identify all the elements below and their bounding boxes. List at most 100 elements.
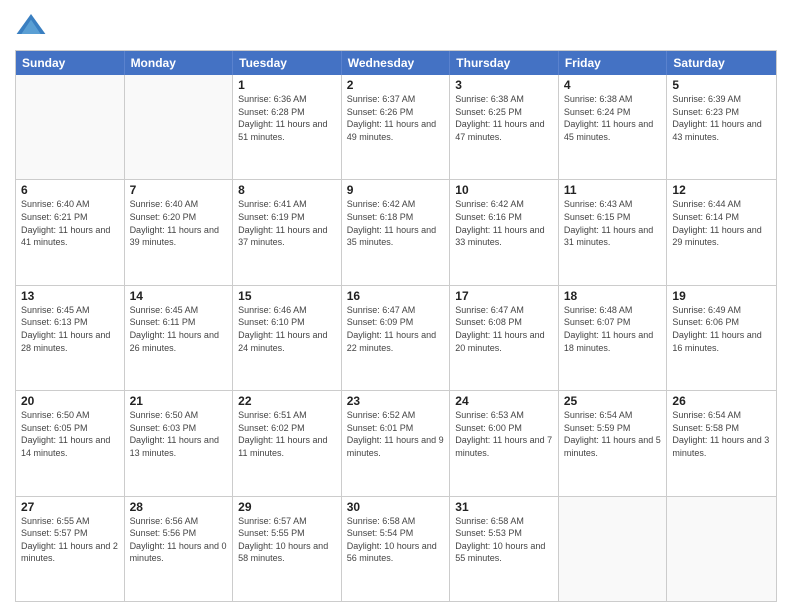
- weekday-header: Saturday: [667, 51, 776, 75]
- page: SundayMondayTuesdayWednesdayThursdayFrid…: [0, 0, 792, 612]
- day-info: Sunrise: 6:39 AM Sunset: 6:23 PM Dayligh…: [672, 93, 771, 143]
- calendar-week-row: 27Sunrise: 6:55 AM Sunset: 5:57 PM Dayli…: [16, 496, 776, 601]
- calendar-cell: [16, 75, 125, 179]
- weekday-header: Sunday: [16, 51, 125, 75]
- weekday-header: Thursday: [450, 51, 559, 75]
- day-info: Sunrise: 6:38 AM Sunset: 6:24 PM Dayligh…: [564, 93, 662, 143]
- day-info: Sunrise: 6:45 AM Sunset: 6:13 PM Dayligh…: [21, 304, 119, 354]
- day-number: 3: [455, 78, 553, 92]
- day-number: 21: [130, 394, 228, 408]
- calendar-week-row: 13Sunrise: 6:45 AM Sunset: 6:13 PM Dayli…: [16, 285, 776, 390]
- calendar-cell: 3Sunrise: 6:38 AM Sunset: 6:25 PM Daylig…: [450, 75, 559, 179]
- day-info: Sunrise: 6:43 AM Sunset: 6:15 PM Dayligh…: [564, 198, 662, 248]
- calendar-cell: 30Sunrise: 6:58 AM Sunset: 5:54 PM Dayli…: [342, 497, 451, 601]
- day-info: Sunrise: 6:54 AM Sunset: 5:59 PM Dayligh…: [564, 409, 662, 459]
- day-info: Sunrise: 6:53 AM Sunset: 6:00 PM Dayligh…: [455, 409, 553, 459]
- day-info: Sunrise: 6:58 AM Sunset: 5:53 PM Dayligh…: [455, 515, 553, 565]
- calendar-cell: 15Sunrise: 6:46 AM Sunset: 6:10 PM Dayli…: [233, 286, 342, 390]
- day-number: 11: [564, 183, 662, 197]
- day-number: 23: [347, 394, 445, 408]
- calendar-cell: 18Sunrise: 6:48 AM Sunset: 6:07 PM Dayli…: [559, 286, 668, 390]
- day-info: Sunrise: 6:47 AM Sunset: 6:09 PM Dayligh…: [347, 304, 445, 354]
- day-number: 5: [672, 78, 771, 92]
- day-info: Sunrise: 6:58 AM Sunset: 5:54 PM Dayligh…: [347, 515, 445, 565]
- calendar-cell: 1Sunrise: 6:36 AM Sunset: 6:28 PM Daylig…: [233, 75, 342, 179]
- calendar-cell: 20Sunrise: 6:50 AM Sunset: 6:05 PM Dayli…: [16, 391, 125, 495]
- day-info: Sunrise: 6:40 AM Sunset: 6:21 PM Dayligh…: [21, 198, 119, 248]
- calendar-cell: [667, 497, 776, 601]
- calendar-cell: 14Sunrise: 6:45 AM Sunset: 6:11 PM Dayli…: [125, 286, 234, 390]
- logo: [15, 10, 51, 42]
- day-info: Sunrise: 6:50 AM Sunset: 6:05 PM Dayligh…: [21, 409, 119, 459]
- calendar-cell: 11Sunrise: 6:43 AM Sunset: 6:15 PM Dayli…: [559, 180, 668, 284]
- day-number: 25: [564, 394, 662, 408]
- day-number: 29: [238, 500, 336, 514]
- weekday-header: Monday: [125, 51, 234, 75]
- calendar-cell: 16Sunrise: 6:47 AM Sunset: 6:09 PM Dayli…: [342, 286, 451, 390]
- calendar-week-row: 1Sunrise: 6:36 AM Sunset: 6:28 PM Daylig…: [16, 75, 776, 179]
- calendar-cell: 26Sunrise: 6:54 AM Sunset: 5:58 PM Dayli…: [667, 391, 776, 495]
- day-number: 27: [21, 500, 119, 514]
- calendar-cell: 12Sunrise: 6:44 AM Sunset: 6:14 PM Dayli…: [667, 180, 776, 284]
- day-number: 1: [238, 78, 336, 92]
- calendar-cell: [559, 497, 668, 601]
- day-info: Sunrise: 6:44 AM Sunset: 6:14 PM Dayligh…: [672, 198, 771, 248]
- weekday-header: Friday: [559, 51, 668, 75]
- day-number: 8: [238, 183, 336, 197]
- day-info: Sunrise: 6:45 AM Sunset: 6:11 PM Dayligh…: [130, 304, 228, 354]
- day-info: Sunrise: 6:42 AM Sunset: 6:16 PM Dayligh…: [455, 198, 553, 248]
- calendar-cell: 31Sunrise: 6:58 AM Sunset: 5:53 PM Dayli…: [450, 497, 559, 601]
- day-number: 22: [238, 394, 336, 408]
- day-number: 12: [672, 183, 771, 197]
- day-info: Sunrise: 6:55 AM Sunset: 5:57 PM Dayligh…: [21, 515, 119, 565]
- day-number: 13: [21, 289, 119, 303]
- day-info: Sunrise: 6:48 AM Sunset: 6:07 PM Dayligh…: [564, 304, 662, 354]
- calendar-cell: 27Sunrise: 6:55 AM Sunset: 5:57 PM Dayli…: [16, 497, 125, 601]
- calendar-cell: 13Sunrise: 6:45 AM Sunset: 6:13 PM Dayli…: [16, 286, 125, 390]
- calendar-cell: 6Sunrise: 6:40 AM Sunset: 6:21 PM Daylig…: [16, 180, 125, 284]
- day-info: Sunrise: 6:50 AM Sunset: 6:03 PM Dayligh…: [130, 409, 228, 459]
- day-number: 16: [347, 289, 445, 303]
- day-number: 19: [672, 289, 771, 303]
- calendar-cell: 10Sunrise: 6:42 AM Sunset: 6:16 PM Dayli…: [450, 180, 559, 284]
- calendar-cell: 21Sunrise: 6:50 AM Sunset: 6:03 PM Dayli…: [125, 391, 234, 495]
- day-number: 10: [455, 183, 553, 197]
- day-info: Sunrise: 6:36 AM Sunset: 6:28 PM Dayligh…: [238, 93, 336, 143]
- weekday-header: Wednesday: [342, 51, 451, 75]
- day-info: Sunrise: 6:38 AM Sunset: 6:25 PM Dayligh…: [455, 93, 553, 143]
- header: [15, 10, 777, 42]
- day-info: Sunrise: 6:42 AM Sunset: 6:18 PM Dayligh…: [347, 198, 445, 248]
- calendar-body: 1Sunrise: 6:36 AM Sunset: 6:28 PM Daylig…: [16, 75, 776, 601]
- day-info: Sunrise: 6:49 AM Sunset: 6:06 PM Dayligh…: [672, 304, 771, 354]
- calendar-cell: 25Sunrise: 6:54 AM Sunset: 5:59 PM Dayli…: [559, 391, 668, 495]
- day-number: 17: [455, 289, 553, 303]
- day-info: Sunrise: 6:40 AM Sunset: 6:20 PM Dayligh…: [130, 198, 228, 248]
- day-number: 14: [130, 289, 228, 303]
- calendar-cell: 7Sunrise: 6:40 AM Sunset: 6:20 PM Daylig…: [125, 180, 234, 284]
- day-number: 9: [347, 183, 445, 197]
- day-number: 30: [347, 500, 445, 514]
- day-info: Sunrise: 6:56 AM Sunset: 5:56 PM Dayligh…: [130, 515, 228, 565]
- calendar-cell: 8Sunrise: 6:41 AM Sunset: 6:19 PM Daylig…: [233, 180, 342, 284]
- calendar-cell: 22Sunrise: 6:51 AM Sunset: 6:02 PM Dayli…: [233, 391, 342, 495]
- day-info: Sunrise: 6:47 AM Sunset: 6:08 PM Dayligh…: [455, 304, 553, 354]
- day-number: 26: [672, 394, 771, 408]
- day-number: 7: [130, 183, 228, 197]
- calendar-cell: 19Sunrise: 6:49 AM Sunset: 6:06 PM Dayli…: [667, 286, 776, 390]
- day-info: Sunrise: 6:52 AM Sunset: 6:01 PM Dayligh…: [347, 409, 445, 459]
- calendar-header: SundayMondayTuesdayWednesdayThursdayFrid…: [16, 51, 776, 75]
- calendar-cell: [125, 75, 234, 179]
- day-info: Sunrise: 6:37 AM Sunset: 6:26 PM Dayligh…: [347, 93, 445, 143]
- calendar-week-row: 6Sunrise: 6:40 AM Sunset: 6:21 PM Daylig…: [16, 179, 776, 284]
- calendar-cell: 29Sunrise: 6:57 AM Sunset: 5:55 PM Dayli…: [233, 497, 342, 601]
- day-number: 31: [455, 500, 553, 514]
- calendar-cell: 9Sunrise: 6:42 AM Sunset: 6:18 PM Daylig…: [342, 180, 451, 284]
- day-number: 6: [21, 183, 119, 197]
- day-number: 2: [347, 78, 445, 92]
- day-number: 28: [130, 500, 228, 514]
- day-info: Sunrise: 6:54 AM Sunset: 5:58 PM Dayligh…: [672, 409, 771, 459]
- day-number: 18: [564, 289, 662, 303]
- day-number: 20: [21, 394, 119, 408]
- day-info: Sunrise: 6:46 AM Sunset: 6:10 PM Dayligh…: [238, 304, 336, 354]
- calendar-cell: 4Sunrise: 6:38 AM Sunset: 6:24 PM Daylig…: [559, 75, 668, 179]
